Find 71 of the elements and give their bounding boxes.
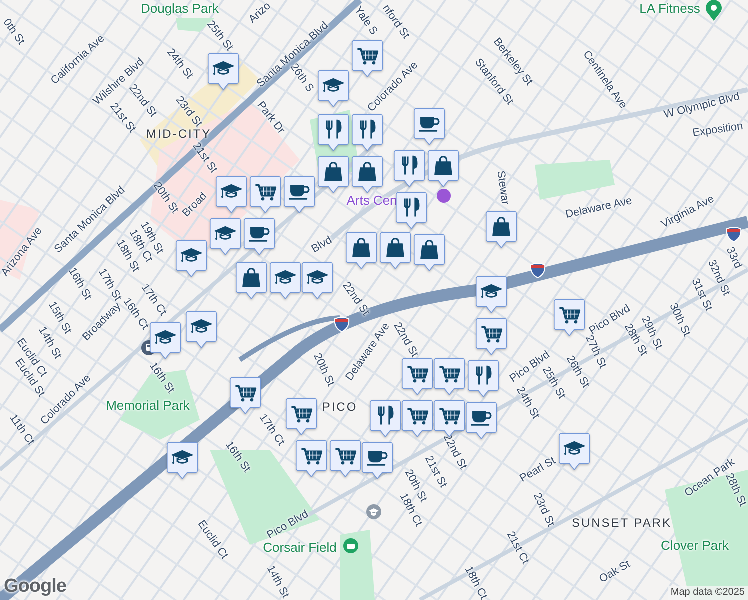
coffee-cup-marker[interactable] xyxy=(244,218,275,256)
shopping-bag-marker[interactable] xyxy=(428,150,459,188)
shopping-bag-marker[interactable] xyxy=(318,156,349,194)
graduation-cap-marker[interactable] xyxy=(167,442,198,480)
park-label: Corsair Field xyxy=(263,541,337,555)
graduation-cap-marker[interactable] xyxy=(186,311,217,349)
place-label: Arts Cen xyxy=(346,194,398,208)
shopping-cart-marker[interactable] xyxy=(476,318,507,356)
fork-knife-marker[interactable] xyxy=(468,360,499,398)
shopping-cart-marker[interactable] xyxy=(296,440,327,478)
park-label: Douglas Park xyxy=(140,2,220,16)
interstate-shield-icon xyxy=(530,262,546,278)
shopping-bag-marker[interactable] xyxy=(486,211,517,249)
street-label: Stewar xyxy=(494,170,512,206)
street-label: 14th St xyxy=(264,564,292,600)
graduation-cap-marker[interactable] xyxy=(210,218,241,256)
coffee-cup-marker[interactable] xyxy=(284,176,315,214)
graduation-cap-marker[interactable] xyxy=(208,53,239,91)
shopping-bag-marker[interactable] xyxy=(346,232,377,270)
street-label: W Olympic Blvd xyxy=(662,90,742,122)
fork-knife-marker[interactable] xyxy=(394,150,425,188)
graduation-cap-marker[interactable] xyxy=(559,433,590,471)
street-label: 18th Ct xyxy=(462,564,490,600)
park-label: Memorial Park xyxy=(106,399,190,413)
street-label: 23rd St xyxy=(531,491,557,529)
street-label: 21st Ct xyxy=(504,530,532,566)
shopping-bag-marker[interactable] xyxy=(414,234,445,272)
map-data-attribution[interactable]: Map data ©2025 xyxy=(668,586,748,600)
graduation-cap-marker[interactable] xyxy=(216,176,247,214)
street-label: Oak St xyxy=(597,558,633,586)
shopping-cart-marker[interactable] xyxy=(330,440,361,478)
park-label: LA Fitness xyxy=(640,2,700,16)
shopping-bag-marker[interactable] xyxy=(380,232,411,270)
shopping-cart-marker[interactable] xyxy=(352,40,383,78)
street-label: 27th St xyxy=(583,334,609,370)
graduation-cap-marker[interactable] xyxy=(302,262,333,300)
shopping-cart-marker[interactable] xyxy=(230,377,261,415)
coffee-cup-marker[interactable] xyxy=(362,442,393,480)
shopping-cart-marker[interactable] xyxy=(434,358,465,396)
park-area xyxy=(340,530,375,600)
street-label: Exposition xyxy=(692,120,744,140)
coffee-cup-marker[interactable] xyxy=(466,402,497,440)
coffee-cup-marker[interactable] xyxy=(414,108,445,146)
school-icon xyxy=(366,504,382,520)
shopping-cart-marker[interactable] xyxy=(402,400,433,438)
shopping-bag-marker[interactable] xyxy=(352,156,383,194)
fork-knife-marker[interactable] xyxy=(370,400,401,438)
street-label: 0th St xyxy=(0,16,28,48)
park-label: Clover Park xyxy=(661,539,729,553)
fork-knife-marker[interactable] xyxy=(318,114,349,152)
shopping-bag-marker[interactable] xyxy=(236,262,267,300)
interstate-shield-icon xyxy=(726,226,742,242)
graduation-cap-marker[interactable] xyxy=(176,240,207,278)
district-label: SUNSET PARK xyxy=(572,517,672,529)
graduation-cap-marker[interactable] xyxy=(318,70,349,108)
interstate-shield-icon xyxy=(334,316,350,332)
street-label: Pico Blvd xyxy=(265,508,311,542)
street-label: Blvd xyxy=(310,234,334,256)
fork-knife-marker[interactable] xyxy=(396,192,427,230)
graduation-cap-marker[interactable] xyxy=(150,322,181,360)
district-label: MID-CITY xyxy=(146,128,212,140)
graduation-cap-marker[interactable] xyxy=(270,262,301,300)
fork-knife-marker[interactable] xyxy=(352,114,383,152)
graduation-cap-marker[interactable] xyxy=(476,276,507,314)
shopping-cart-marker[interactable] xyxy=(250,176,281,214)
shopping-cart-marker[interactable] xyxy=(554,299,585,337)
street-label: 20th St xyxy=(311,352,337,388)
street-label: Delaware Ave xyxy=(564,195,634,221)
shopping-cart-marker[interactable] xyxy=(286,398,317,436)
shopping-cart-marker[interactable] xyxy=(402,358,433,396)
district-label: PICO xyxy=(322,401,358,413)
